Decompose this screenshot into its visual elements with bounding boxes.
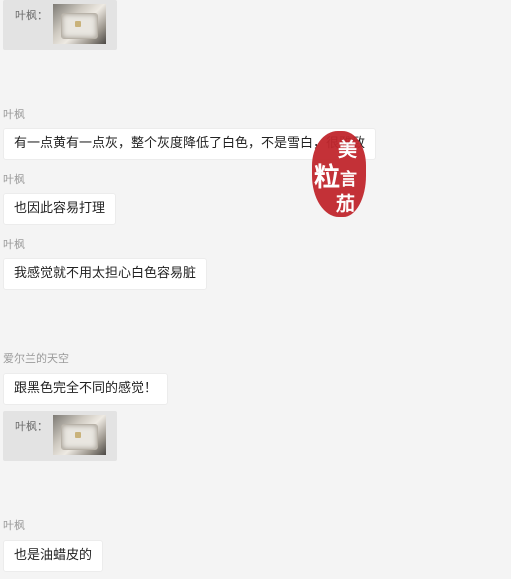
sender-name: 叶枫	[3, 173, 25, 186]
message-bubble[interactable]: 也因此容易打理	[3, 193, 117, 225]
sender-name: 叶枫	[3, 108, 25, 121]
bag-clasp	[75, 21, 81, 27]
chat-area: 叶枫： 叶枫 有一点黄有一点灰，整个灰度降低了白色，不是雪白，很雅致 叶枫 也因…	[0, 0, 511, 579]
quote-sender-label: 叶枫：	[15, 420, 48, 433]
bag-photo-thumbnail[interactable]	[53, 4, 106, 44]
quoted-message[interactable]: 叶枫：	[3, 0, 117, 50]
quote-sender-label: 叶枫：	[15, 9, 48, 22]
bag-photo-thumbnail[interactable]	[53, 415, 106, 455]
bag-clasp	[75, 432, 81, 438]
sender-name: 叶枫	[3, 519, 25, 532]
seal-watermark: 美 粒 言 茄	[312, 131, 366, 217]
message-bubble[interactable]: 跟黑色完全不同的感觉！	[3, 373, 169, 405]
message-bubble[interactable]: 我感觉就不用太担心白色容易脏	[3, 258, 208, 290]
quoted-message[interactable]: 叶枫：	[3, 411, 117, 461]
sender-name: 爱尔兰的天空	[3, 352, 69, 365]
sender-name: 叶枫	[3, 238, 25, 251]
message-bubble[interactable]: 也是油蜡皮的	[3, 540, 104, 572]
